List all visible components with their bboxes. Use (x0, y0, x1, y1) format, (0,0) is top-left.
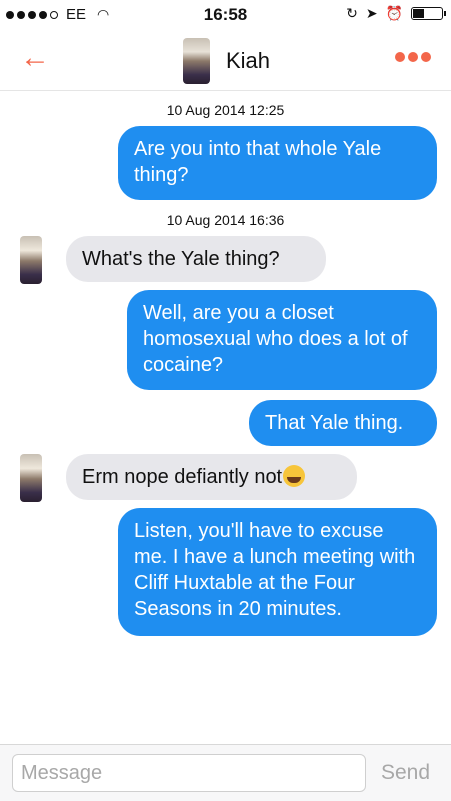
status-icons: ↻ ➤ ⏰ (346, 5, 446, 22)
incoming-message-text: Erm nope defiantly not (82, 466, 283, 488)
outgoing-message[interactable]: That Yale thing. (249, 400, 437, 446)
composer-bar: Send (0, 744, 451, 801)
contact-name[interactable]: Kiah (226, 48, 270, 74)
back-arrow-icon[interactable]: ← (20, 43, 50, 73)
outgoing-message[interactable]: Are you into that whole Yale thing? (118, 126, 437, 200)
status-bar: EE ◠ 16:58 ↻ ➤ ⏰ (0, 0, 451, 30)
message-timestamp: 10 Aug 2014 16:36 (166, 212, 285, 228)
message-input[interactable] (12, 754, 366, 792)
send-button[interactable]: Send (381, 761, 430, 785)
outgoing-message[interactable]: Listen, you'll have to excuse me. I have… (118, 508, 437, 636)
more-options-icon[interactable] (395, 52, 431, 62)
battery-icon (411, 7, 446, 20)
outgoing-message[interactable]: Well, are you a closet homosexual who do… (127, 290, 437, 390)
chat-header: ← Kiah (0, 30, 451, 91)
contact-avatar[interactable] (183, 38, 210, 84)
alarm-icon: ⏰ (385, 5, 403, 21)
message-timestamp: 10 Aug 2014 12:25 (166, 102, 285, 118)
tears-of-joy-emoji-icon (283, 465, 306, 487)
contact-avatar-small[interactable] (20, 454, 42, 502)
incoming-message[interactable]: What's the Yale thing? (66, 236, 326, 282)
incoming-message[interactable]: Erm nope defiantly not (66, 454, 357, 500)
contact-avatar-small[interactable] (20, 236, 42, 284)
orientation-lock-icon: ↻ (346, 5, 358, 21)
location-icon: ➤ (365, 5, 378, 21)
